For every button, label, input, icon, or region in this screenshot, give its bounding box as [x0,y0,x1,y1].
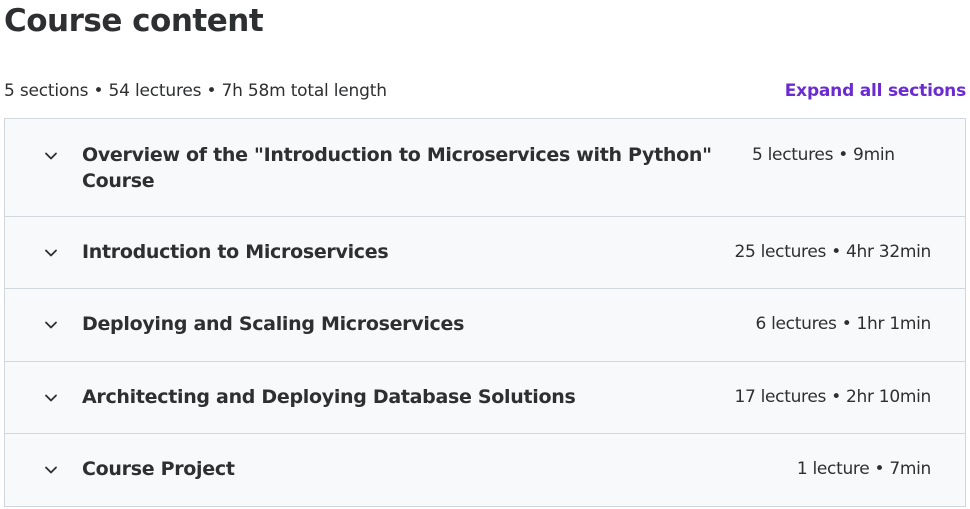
expand-all-sections-button[interactable]: Expand all sections [785,81,966,101]
section-title: Course Project [82,458,235,480]
course-summary: 5 sections • 54 lectures • 7h 58m total … [4,81,387,101]
course-sections-list: Overview of the "Introduction to Microse… [4,118,966,507]
section-meta: 17 lectures • 2hr 10min [734,387,931,407]
section-item[interactable]: Deploying and Scaling Microservices 6 le… [5,289,965,362]
section-item[interactable]: Introduction to Microservices 25 lecture… [5,217,965,289]
section-meta: 5 lectures • 9min [752,145,895,165]
chevron-down-icon [43,245,59,261]
section-title: Deploying and Scaling Microservices [82,313,465,335]
section-item[interactable]: Course Project 1 lecture • 7min [5,434,965,506]
section-meta: 6 lectures • 1hr 1min [755,314,931,334]
section-item[interactable]: Overview of the "Introduction to Microse… [5,119,965,217]
section-meta: 1 lecture • 7min [796,459,931,479]
chevron-down-icon [43,390,59,406]
chevron-down-icon [43,148,59,164]
section-title: Architecting and Deploying Database Solu… [82,386,576,408]
section-meta: 25 lectures • 4hr 32min [734,242,931,262]
page-title: Course content [4,3,264,39]
section-title: Overview of the "Introduction to Microse… [82,144,712,192]
section-title: Introduction to Microservices [82,241,389,263]
chevron-down-icon [43,317,59,333]
chevron-down-icon [43,462,59,478]
section-item[interactable]: Architecting and Deploying Database Solu… [5,362,965,434]
course-summary-row: 5 sections • 54 lectures • 7h 58m total … [4,78,966,104]
